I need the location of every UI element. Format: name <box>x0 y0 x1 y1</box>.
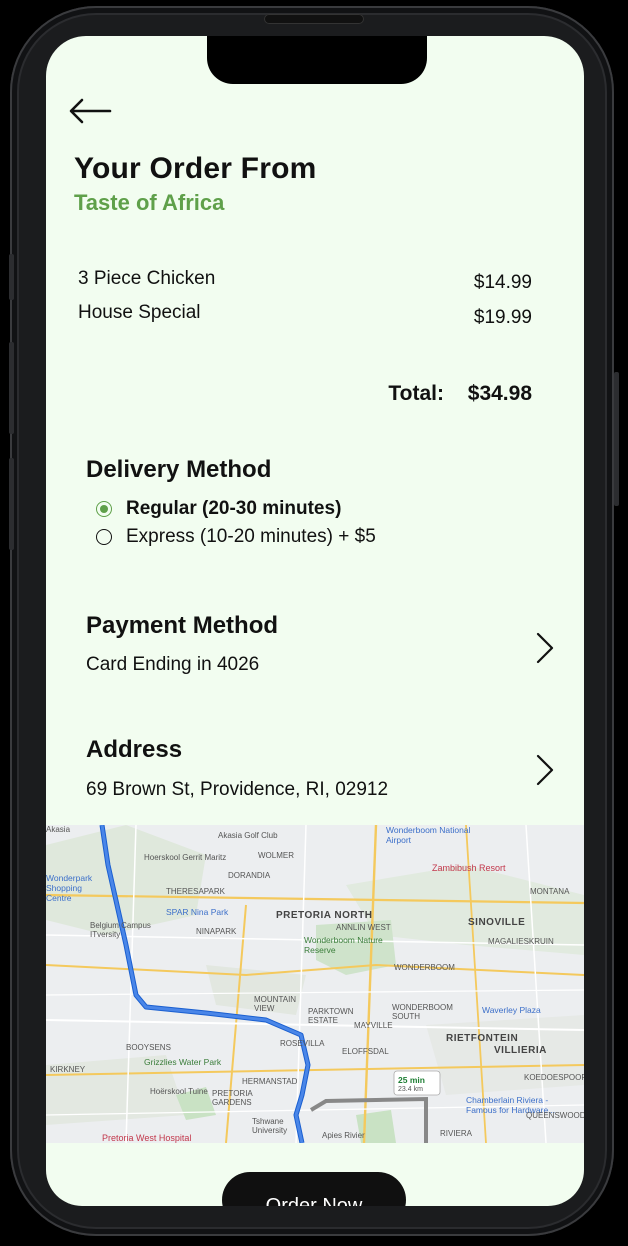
address-title: Address <box>86 736 183 763</box>
map-label: Zambibush Resort <box>432 863 506 873</box>
order-item-name: House Special <box>78 302 201 323</box>
radio-selected-icon[interactable] <box>96 501 112 517</box>
map-label: Wonderboom Nature Reserve <box>304 935 383 955</box>
eta-distance: 23.4 km <box>398 1086 423 1093</box>
map-label: ELOFFSDAL <box>342 1047 389 1056</box>
app-screen: Your Order From Taste of Africa 3 Piece … <box>46 36 584 1206</box>
map-label: Belgium Campus ITversity <box>90 921 151 939</box>
map-label: MONTANA <box>530 887 570 896</box>
map-label: WONDERBOOM <box>394 963 455 972</box>
map-label: Hoerskool Gerrit Maritz <box>144 853 227 862</box>
power-button <box>614 372 619 506</box>
map-label: MAYVILLE <box>354 1021 393 1030</box>
map-label: KOEDOESPOORT <box>524 1073 584 1082</box>
map-label: HERMANSTAD <box>242 1077 298 1086</box>
map-label: PRETORIA GARDENS <box>212 1089 253 1107</box>
radio-unselected-icon[interactable] <box>96 529 112 545</box>
delivery-option-express[interactable]: Express (10-20 minutes) + $5 <box>96 526 376 548</box>
map-label: VILLIERIA <box>494 1045 547 1056</box>
speaker-grille <box>264 14 364 24</box>
map-label: ANNLIN WEST <box>336 923 391 932</box>
map-label: Hoërskool Tuine <box>150 1087 208 1096</box>
map-label: Akasia Golf Club <box>218 831 278 840</box>
restaurant-name: Taste of Africa <box>74 190 225 215</box>
map-label: Grizzlies Water Park <box>144 1057 222 1067</box>
map-label: ROSEVILLA <box>280 1039 325 1048</box>
map-label: PARKTOWN ESTATE <box>308 1007 354 1025</box>
order-item-price: $19.99 <box>473 307 532 328</box>
map-label: Tshwane University <box>252 1117 288 1135</box>
order-now-button[interactable]: Order Now <box>222 1172 406 1206</box>
order-item-price: $14.99 <box>473 272 532 293</box>
map-label: Wonderboom National Airport <box>386 825 471 845</box>
chevron-right-icon[interactable] <box>534 753 556 787</box>
page-title: Your Order From <box>74 152 317 185</box>
map-label: SINOVILLE <box>468 917 526 928</box>
notch <box>207 36 427 84</box>
delivery-option-label: Express (10-20 minutes) + $5 <box>126 526 376 547</box>
chevron-right-icon[interactable] <box>534 631 556 665</box>
map-label: Pretoria West Hospital <box>102 1133 192 1143</box>
order-item-name: 3 Piece Chicken <box>78 268 216 289</box>
delivery-option-label: Regular (20-30 minutes) <box>126 498 342 519</box>
total-label: Total: <box>388 382 444 405</box>
map-label: PRETORIA NORTH <box>276 910 373 921</box>
payment-method-value: Card Ending in 4026 <box>86 654 260 675</box>
map-label: Akasia <box>46 825 71 834</box>
map-label: Apies Rivier <box>322 1131 365 1140</box>
map-label: Wonderpark Shopping Centre <box>46 873 93 903</box>
map-label: NINAPARK <box>196 927 237 936</box>
back-arrow-icon[interactable] <box>68 96 112 126</box>
map-label: RIETFONTEIN <box>446 1033 519 1044</box>
map-label: MOUNTAIN VIEW <box>254 995 297 1013</box>
volume-down-button <box>9 458 14 550</box>
map-label: RIVIERA <box>440 1129 473 1138</box>
mute-switch <box>9 254 14 300</box>
route-map[interactable]: Akasia Akasia Golf Club Wonderboom Natio… <box>46 825 584 1143</box>
volume-up-button <box>9 342 14 434</box>
map-label: MAGALIESKRUIN <box>488 937 554 946</box>
map-label: Waverley Plaza <box>482 1005 541 1015</box>
map-label: QUEENSWOOD <box>526 1111 584 1120</box>
delivery-method-title: Delivery Method <box>86 456 272 483</box>
map-label: THERESAPARK <box>166 887 225 896</box>
eta-time: 25 min <box>398 1075 425 1085</box>
delivery-option-regular[interactable]: Regular (20-30 minutes) <box>96 498 341 520</box>
map-label: BOOYSENS <box>126 1043 171 1052</box>
map-label: KIRKNEY <box>50 1065 86 1074</box>
map-label: WONDERBOOM SOUTH <box>392 1003 453 1021</box>
map-label: WOLMER <box>258 851 294 860</box>
payment-method-title: Payment Method <box>86 612 279 639</box>
map-label: SPAR Nina Park <box>166 907 229 917</box>
total-value: $34.98 <box>467 382 532 405</box>
address-value: 69 Brown St, Providence, RI, 02912 <box>86 779 389 800</box>
map-label: DORANDIA <box>228 871 271 880</box>
